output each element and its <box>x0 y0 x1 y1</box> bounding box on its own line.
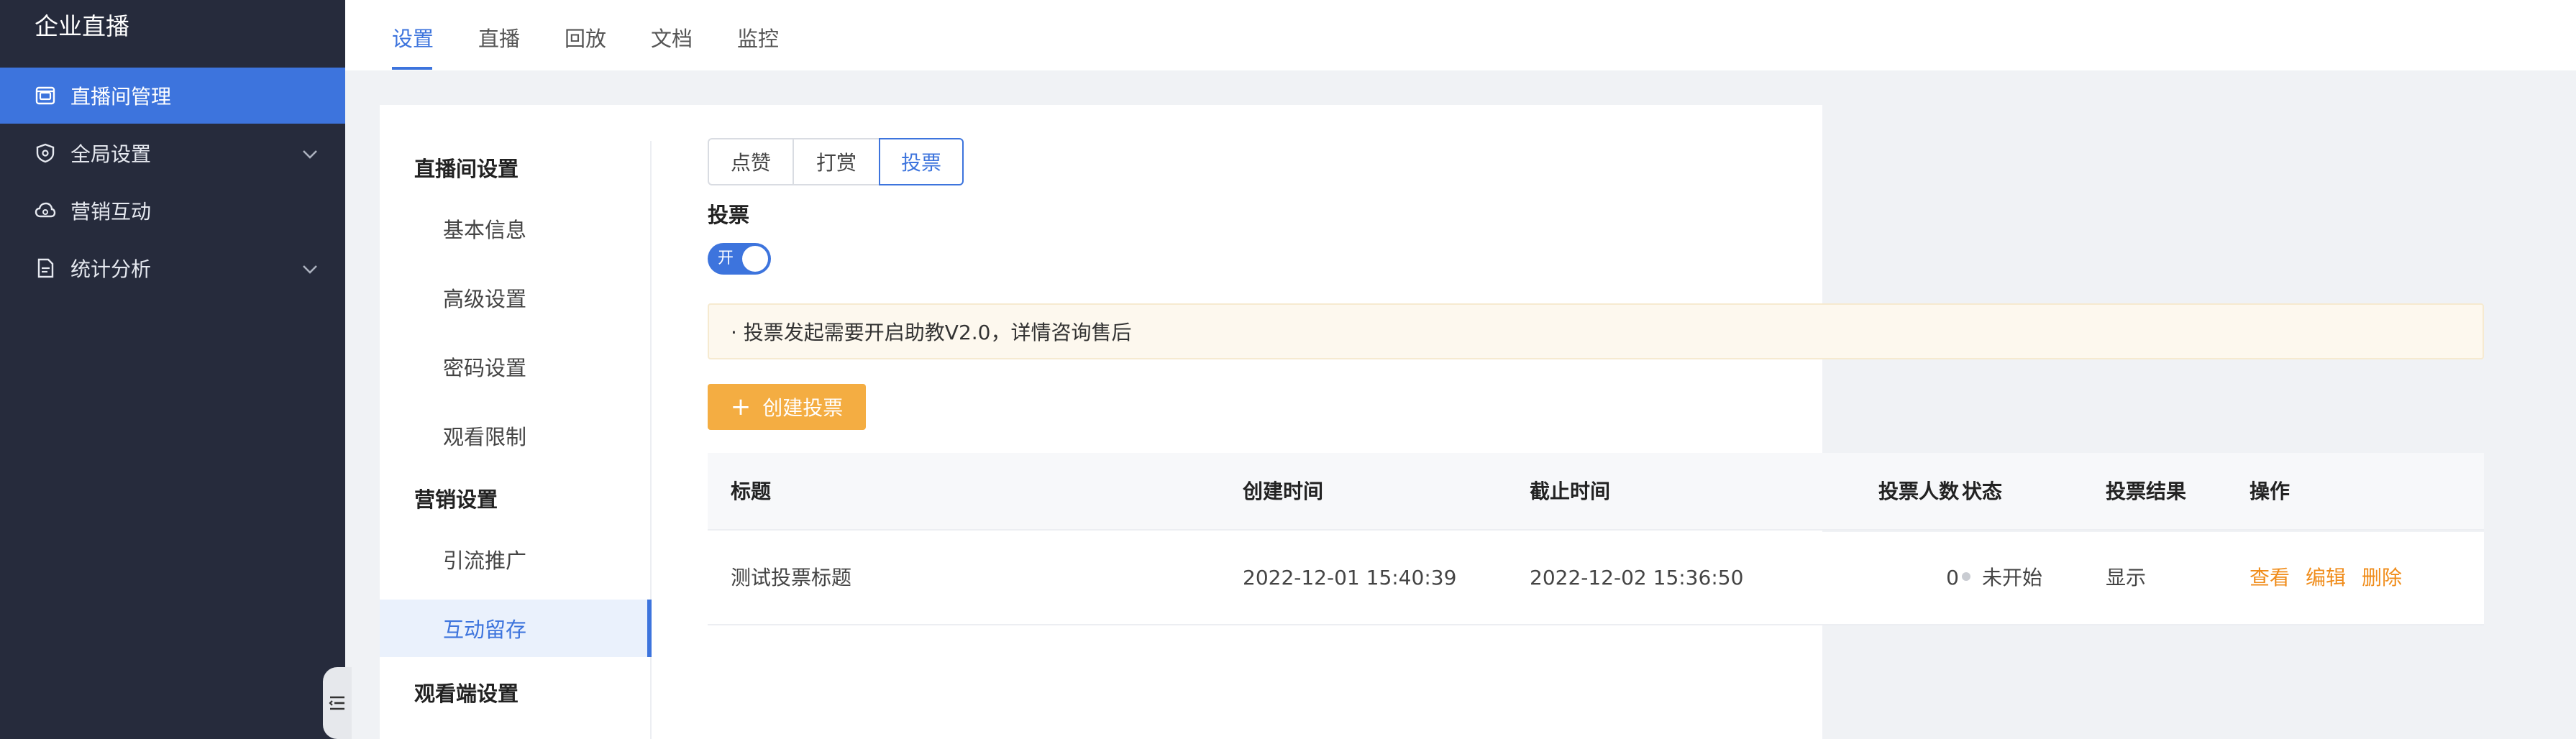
plus-icon: + <box>730 393 752 421</box>
status-text: 未开始 <box>1982 566 2043 589</box>
chevron-down-icon <box>303 265 317 274</box>
cell-title: 测试投票标题 <box>731 566 852 589</box>
sidebar-item-label: 统计分析 <box>70 257 152 281</box>
subnav-item-traffic-promotion[interactable]: 引流推广 <box>380 531 650 588</box>
active-tab-indicator <box>392 67 432 70</box>
sidebar-item-label: 营销互动 <box>70 200 152 224</box>
brand-title: 企业直播 <box>35 12 129 40</box>
tab-settings[interactable]: 设置 <box>392 24 434 53</box>
table-row: 测试投票标题 2022-12-01 15:40:39 2022-12-02 15… <box>708 532 2484 625</box>
subnav-item-advanced-settings[interactable]: 高级设置 <box>380 269 650 326</box>
tab-live[interactable]: 直播 <box>478 24 520 53</box>
top-tab-bar: 设置 直播 回放 文档 监控 <box>345 0 2576 70</box>
sidebar-item-label: 直播间管理 <box>70 85 172 109</box>
vote-notice-banner: · 投票发起需要开启助教V2.0，详情咨询售后 <box>708 303 2484 359</box>
sidebar-collapse-button[interactable] <box>323 667 352 739</box>
create-vote-label: 创建投票 <box>762 396 844 420</box>
cell-deadline: 2022-12-02 15:36:50 <box>1530 566 1744 589</box>
tab-rewards[interactable]: 打赏 <box>793 138 880 185</box>
tab-replay[interactable]: 回放 <box>565 24 606 53</box>
sidebar: 企业直播 直播间管理 全局设置 营销互动 统计分析 <box>0 0 352 739</box>
sidebar-item-marketing-interaction[interactable]: 营销互动 <box>0 183 345 239</box>
report-icon <box>35 257 56 279</box>
sidebar-item-live-room-management[interactable]: 直播间管理 <box>0 68 345 124</box>
subnav-item-view-restrictions[interactable]: 观看限制 <box>380 407 650 464</box>
subnav-group-viewer-settings: 观看端设置 <box>414 681 519 706</box>
cell-created-time: 2022-12-01 15:40:39 <box>1243 566 1457 589</box>
column-header-deadline: 截止时间 <box>1530 479 1611 503</box>
status-dot <box>1962 572 1970 581</box>
column-header-title: 标题 <box>731 479 772 503</box>
cell-voter-count: 0 <box>1946 566 1959 589</box>
toggle-knob <box>742 246 768 272</box>
sidebar-item-label: 全局设置 <box>70 142 152 166</box>
vote-toggle[interactable]: 开 <box>708 243 771 275</box>
vote-section-label: 投票 <box>708 203 750 227</box>
column-header-voter-count: 投票人数 <box>1878 479 1959 503</box>
tab-likes[interactable]: 点赞 <box>708 138 794 185</box>
sidebar-item-global-settings[interactable]: 全局设置 <box>0 125 345 181</box>
subnav-item-basic-info[interactable]: 基本信息 <box>380 200 650 257</box>
subnav-group-live-room-settings: 直播间设置 <box>414 157 519 181</box>
edit-link[interactable]: 编辑 <box>2306 566 2346 589</box>
sidebar-item-statistics[interactable]: 统计分析 <box>0 240 345 296</box>
notice-text: · 投票发起需要开启助教V2.0，详情咨询售后 <box>731 321 1132 344</box>
cell-status: 未开始 <box>1962 565 2042 591</box>
column-header-actions: 操作 <box>2250 479 2290 503</box>
subnav-item-interaction-retention[interactable]: 互动留存 <box>380 600 652 657</box>
cell-vote-result: 显示 <box>2106 566 2147 589</box>
column-header-created-time: 创建时间 <box>1243 479 1324 503</box>
column-header-vote-result: 投票结果 <box>2106 479 2187 503</box>
tab-documents[interactable]: 文档 <box>651 24 693 53</box>
chevron-down-icon <box>303 150 317 159</box>
delete-link[interactable]: 删除 <box>2362 566 2402 589</box>
view-link[interactable]: 查看 <box>2250 566 2290 589</box>
toggle-text: 开 <box>718 249 734 267</box>
create-vote-button[interactable]: + 创建投票 <box>708 384 866 430</box>
column-header-status: 状态 <box>1962 479 2003 503</box>
cell-actions: 查看 编辑 删除 <box>2250 565 2418 591</box>
live-room-icon <box>35 85 56 106</box>
menu-fold-icon <box>329 696 344 710</box>
shield-icon <box>35 142 56 164</box>
tab-monitor[interactable]: 监控 <box>737 24 779 53</box>
tab-vote[interactable]: 投票 <box>879 138 964 185</box>
cloud-icon <box>35 200 56 221</box>
subnav-item-password-settings[interactable]: 密码设置 <box>380 338 650 395</box>
table-header: 标题 创建时间 截止时间 投票人数 状态 投票结果 操作 <box>708 453 2484 531</box>
subnav-group-marketing-settings: 营销设置 <box>414 487 498 512</box>
